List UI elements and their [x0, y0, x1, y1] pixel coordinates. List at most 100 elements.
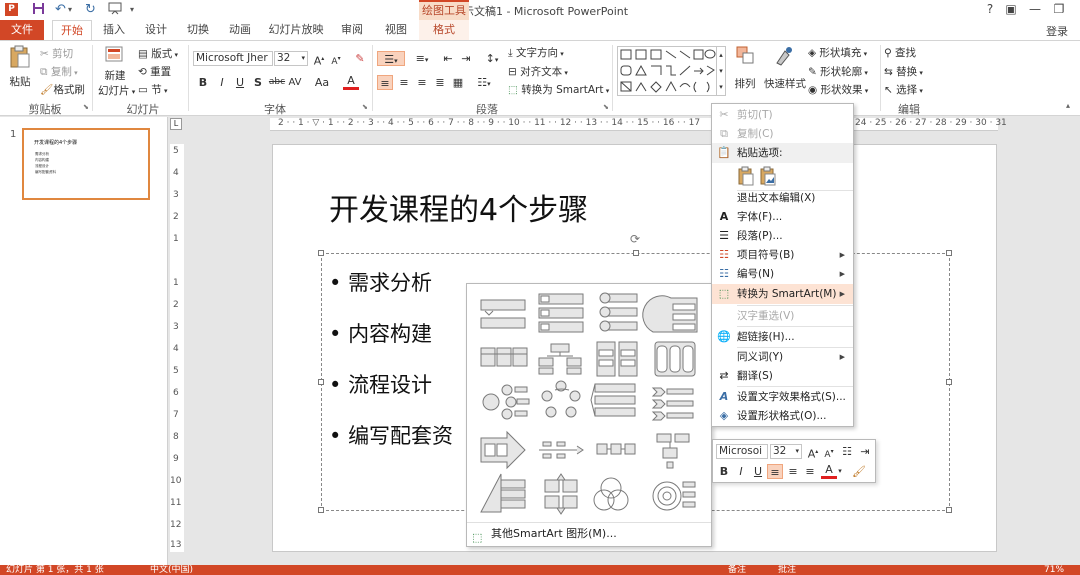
align-text-button[interactable]: ⊟ 对齐文本 ▾ — [508, 64, 568, 79]
paragraph-dialog-launcher-icon[interactable]: ⬊ — [603, 103, 609, 111]
smartart-layout-continuous-block-process[interactable] — [596, 443, 636, 455]
tab-slideshow[interactable]: 幻灯片放映 — [264, 20, 328, 40]
tab-review[interactable]: 审阅 — [334, 20, 370, 40]
shapes-gallery[interactable] — [617, 46, 717, 96]
mini-font-dropdown[interactable]: Microsoi — [716, 444, 768, 459]
tab-format[interactable]: 格式 — [419, 20, 469, 40]
section-button[interactable]: ▭ 节 ▾ — [138, 82, 168, 97]
decrease-font-size-icon[interactable]: A▾ — [328, 51, 344, 67]
bullets-button[interactable]: ☰▾ — [377, 51, 405, 66]
distributed-button[interactable]: ▦ — [450, 75, 466, 90]
resize-handle[interactable] — [946, 507, 952, 513]
sign-in-link[interactable]: 登录 — [1046, 23, 1068, 39]
smartart-layout-matrix[interactable] — [544, 473, 578, 515]
smartart-layout-vertical-bullet-list[interactable] — [480, 299, 526, 329]
paste-option-picture-icon[interactable] — [759, 166, 777, 186]
smartart-layout-arrow-process[interactable] — [480, 430, 526, 470]
mini-underline-button[interactable]: U — [750, 464, 766, 479]
character-spacing-button[interactable]: AV — [285, 75, 305, 90]
rotate-handle-icon[interactable]: ⟳ — [630, 232, 640, 246]
tab-file[interactable]: 文件 — [0, 20, 44, 40]
tab-animations[interactable]: 动画 — [222, 20, 258, 40]
font-color-button[interactable]: A — [343, 75, 359, 90]
tab-transitions[interactable]: 切换 — [180, 20, 216, 40]
menu-item-synonyms[interactable]: 同义词(Y) ▶ — [712, 347, 853, 367]
smartart-layout-target[interactable] — [652, 481, 696, 511]
slide-bullet-4[interactable]: • 编写配套资 — [329, 420, 453, 450]
smartart-layout-vertical-arrow-list[interactable] — [654, 341, 696, 377]
mini-align-center-button[interactable]: ≡ — [785, 464, 801, 479]
tab-selector-icon[interactable]: L — [170, 118, 182, 130]
menu-item-format-text-effects[interactable]: A 设置文字效果格式(S)... — [712, 387, 853, 407]
numbering-button[interactable]: ≡▾ — [409, 51, 435, 66]
minimize-icon[interactable]: — — [1024, 2, 1046, 16]
menu-item-exit-text-edit[interactable]: 退出文本编辑(X) — [712, 188, 853, 208]
font-name-dropdown[interactable]: Microsoft Jher — [193, 51, 273, 66]
select-button[interactable]: ↖ 选择 ▾ — [884, 82, 923, 97]
notes-button[interactable]: 备注 — [728, 565, 746, 575]
comments-button[interactable]: 批注 — [778, 565, 796, 575]
mini-font-color-dropdown-icon[interactable]: ▾ — [836, 464, 844, 479]
menu-item-font[interactable]: A 字体(F)... — [712, 207, 853, 227]
menu-item-convert-to-smartart[interactable]: ⬚ 转换为 SmartArt(M) ▶ — [712, 284, 853, 304]
quick-styles-button[interactable]: 快速样式 — [764, 45, 806, 91]
help-button[interactable]: ? — [979, 2, 1001, 16]
horizontal-ruler[interactable]: 2 · · 1 · ▽ · 1 · · 2 · · 3 · · 4 · · 5 … — [270, 118, 1007, 131]
convert-to-smartart-button[interactable]: ⬚ 转换为 SmartArt ▾ — [508, 82, 609, 97]
line-spacing-icon[interactable]: ↕▾ — [481, 51, 503, 66]
menu-item-copy[interactable]: ⧉ 复制(C) — [712, 124, 853, 144]
tab-design[interactable]: 设计 — [138, 20, 174, 40]
clear-formatting-icon[interactable]: ✎ — [352, 51, 368, 66]
mini-font-size-dropdown[interactable]: 32 ▾ — [770, 444, 802, 459]
mini-indent-icon[interactable]: ⇥ — [857, 444, 873, 459]
vertical-ruler[interactable]: 5 4 3 2 1 1 2 3 4 5 6 7 8 9 10 11 12 13 — [170, 144, 184, 552]
format-painter-button[interactable]: 🖌格式刷 — [40, 82, 85, 97]
smartart-layout-vertical-box-list[interactable] — [538, 293, 584, 333]
menu-item-format-shape[interactable]: ◈ 设置形状格式(O)... — [712, 406, 853, 426]
mini-font-color-button[interactable]: A — [821, 464, 837, 479]
menu-item-paragraph[interactable]: ☰ 段落(P)... — [712, 226, 853, 246]
increase-indent-icon[interactable]: ⇥ — [458, 51, 474, 66]
menu-item-hanzi-reselect[interactable]: 汉字重选(V) — [712, 306, 853, 326]
smartart-layout-venn[interactable] — [593, 477, 629, 511]
slide-bullet-3[interactable]: • 流程设计 — [329, 369, 432, 399]
slide-bullet-2[interactable]: • 内容构建 — [329, 318, 432, 348]
mini-increase-font-icon[interactable]: A▴ — [805, 444, 821, 461]
collapse-ribbon-icon[interactable]: ▴ — [1066, 101, 1070, 110]
paste-button[interactable]: 粘贴 — [7, 45, 33, 91]
language-status[interactable]: 中文(中国) — [150, 565, 193, 575]
slide-title[interactable]: 开发课程的4个步骤 — [329, 185, 588, 229]
smartart-layout-target-list[interactable] — [642, 295, 698, 333]
tab-view[interactable]: 视图 — [378, 20, 414, 40]
shape-effects-button[interactable]: ◉ 形状效果 ▾ — [808, 82, 868, 97]
mini-align-right-button[interactable]: ≡ — [802, 464, 818, 479]
slide-bullet-1[interactable]: • 需求分析 — [329, 267, 432, 297]
shadow-button[interactable]: S — [250, 75, 266, 90]
underline-button[interactable]: U — [232, 75, 248, 90]
reset-button[interactable]: ⟲ 重置 — [138, 64, 171, 79]
menu-item-bullets[interactable]: ☷ 项目符号(B) ▶ — [712, 245, 853, 265]
replace-button[interactable]: ⇆ 替换 ▾ — [884, 64, 923, 79]
align-left-button[interactable]: ≡ — [377, 75, 393, 90]
arrange-button[interactable]: 排列 — [732, 45, 758, 91]
slide-thumbnail[interactable]: 开发课程的4个步骤 需求分析 内容构建 流程设计 编写配套资料 — [22, 128, 150, 200]
smartart-layout-segmented-process[interactable] — [590, 383, 636, 417]
ribbon-display-options-icon[interactable]: ▣ — [1000, 2, 1022, 16]
italic-button[interactable]: I — [214, 75, 230, 90]
smartart-layout-vertical-circle-list[interactable] — [599, 292, 638, 332]
smartart-layout-radial-list[interactable] — [482, 384, 530, 420]
new-slide-button[interactable]: 新建 幻灯片 ▾ — [98, 45, 135, 98]
resize-handle[interactable] — [633, 250, 639, 256]
mini-format-painter-icon[interactable]: 🖌 — [851, 464, 867, 479]
menu-item-numbering[interactable]: ☷ 编号(N) ▶ — [712, 264, 853, 284]
mini-italic-button[interactable]: I — [733, 464, 749, 479]
change-case-button[interactable]: Aa — [312, 75, 332, 90]
menu-item-translate[interactable]: ⇄ 翻译(S) — [712, 366, 853, 386]
bold-button[interactable]: B — [195, 75, 211, 90]
restore-icon[interactable]: ❐ — [1048, 2, 1070, 16]
font-dialog-launcher-icon[interactable]: ⬊ — [362, 103, 368, 111]
resize-handle[interactable] — [318, 507, 324, 513]
columns-button[interactable]: ☷▾ — [473, 75, 495, 90]
decrease-indent-icon[interactable]: ⇤ — [440, 51, 456, 66]
smartart-layout-grouped-list[interactable] — [596, 341, 638, 377]
